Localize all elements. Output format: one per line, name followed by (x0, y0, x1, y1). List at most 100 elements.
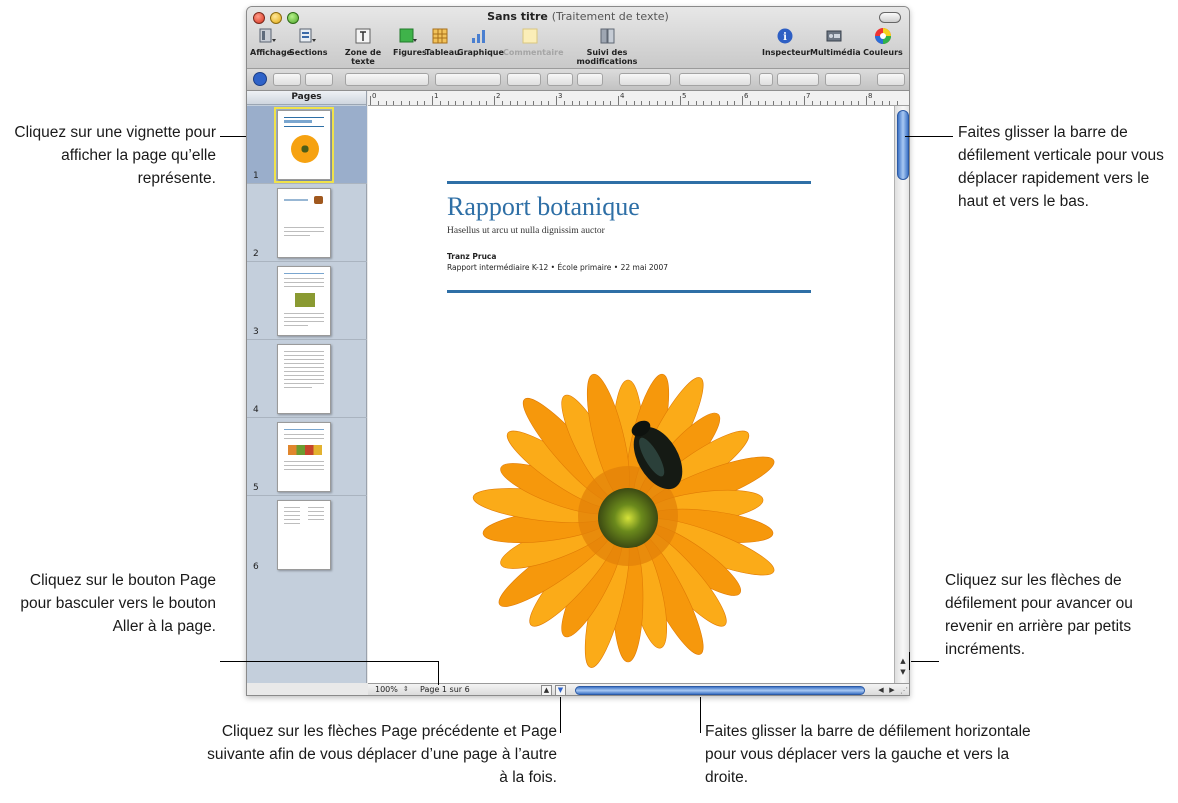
thumbnail-image (277, 344, 331, 414)
ruler-tick (401, 101, 402, 105)
document-title: Rapport botanique (447, 192, 640, 221)
document-subtitle: Hasellus ut arcu ut nulla dignissim auct… (447, 226, 605, 236)
thumbnail-image (274, 107, 334, 183)
ruler-tick (579, 101, 581, 105)
toolbar-sections-button[interactable]: Sections (289, 27, 327, 57)
scroll-down-arrow[interactable]: ▼ (897, 668, 909, 677)
vertical-scrollbar[interactable]: ▲ ▼ (894, 106, 909, 683)
ruler-tick (734, 101, 736, 105)
ruler-tick (641, 101, 643, 105)
line-spacing-menu[interactable] (777, 73, 819, 86)
page-thumbnail[interactable]: 6 (247, 496, 367, 574)
styles-drawer-icon[interactable] (253, 72, 267, 86)
window-title: Sans titre (Traitement de texte) (487, 10, 669, 23)
toolbar-chart-button[interactable]: Graphique (457, 27, 504, 57)
ruler-tick (594, 101, 596, 105)
vertical-scroll-thumb[interactable] (897, 110, 909, 180)
columns-menu[interactable] (825, 73, 861, 86)
ruler-tick (618, 96, 619, 105)
font-family-menu[interactable] (345, 73, 429, 86)
ruler-tick (478, 101, 480, 105)
ruler-tick (827, 101, 829, 105)
toolbar-comment-button[interactable]: Commentaire (503, 27, 564, 57)
colors-icon (875, 28, 891, 44)
font-size-menu[interactable] (507, 73, 541, 86)
toolbar-shapes-button[interactable]: Figures (393, 27, 427, 57)
ruler-tick (532, 101, 534, 105)
textbox-icon (355, 28, 371, 44)
svg-text:i: i (783, 32, 787, 43)
page-button[interactable]: Page 1 sur 6 (420, 685, 470, 694)
ruler-tick (525, 101, 526, 105)
previous-page-button[interactable]: ▲ (541, 685, 552, 695)
highlight-color-well[interactable] (577, 73, 603, 86)
flower-image[interactable] (472, 338, 784, 682)
zoom-stepper-icon[interactable]: ⇕ (403, 685, 409, 693)
scroll-up-arrow[interactable]: ▲ (897, 657, 909, 666)
thumbnail-image (277, 422, 331, 492)
callout-vertical-scroll: Faites glisser la barre de défilement ve… (958, 124, 1164, 210)
horizontal-scroll-thumb[interactable] (575, 686, 865, 695)
font-typeface-menu[interactable] (435, 73, 501, 86)
ruler-tick (548, 101, 550, 105)
ruler-tick (649, 101, 650, 105)
leader-thumbnail (220, 136, 246, 137)
ruler-tick (633, 101, 635, 105)
ruler-tick (742, 96, 743, 105)
chart-icon (472, 30, 485, 43)
toolbar-table-button[interactable]: Tableau (425, 27, 460, 57)
toolbar-inspector-button[interactable]: i Inspecteur (762, 27, 810, 57)
ruler-tick (470, 101, 472, 105)
toolbar-media-button[interactable]: Multimédia (810, 27, 861, 57)
paragraph-style-menu[interactable] (273, 73, 301, 86)
ruler-tick (788, 101, 790, 105)
ruler-tick (393, 101, 395, 105)
toolbar-colors-button[interactable]: Couleurs (861, 27, 905, 57)
ruler-tick (726, 101, 728, 105)
ruler-tick (687, 101, 689, 105)
shapes-icon (399, 28, 417, 43)
line-spacing-icon[interactable] (759, 73, 773, 86)
character-style-menu[interactable] (305, 73, 333, 86)
ruler-tick (509, 101, 511, 105)
scroll-left-arrow[interactable]: ◀ (876, 685, 886, 695)
ruler-tick (780, 101, 782, 105)
callout-thumbnail: Cliquez sur une vignette pour afficher l… (14, 124, 216, 187)
page-thumbnail[interactable]: 1 (247, 106, 367, 184)
next-page-button[interactable]: ▼ (555, 685, 566, 695)
document-page[interactable]: Rapport botanique Hasellus ut arcu ut nu… (368, 106, 894, 683)
ruler-tick (408, 101, 410, 105)
bold-italic-underline-buttons[interactable] (619, 73, 671, 86)
page-thumbnail[interactable]: 5 (247, 418, 367, 496)
ruler-tick (602, 101, 604, 105)
page-thumbnail[interactable]: 2 (247, 184, 367, 262)
text-color-well[interactable] (547, 73, 573, 86)
toolbar-track-changes-button[interactable]: Suivi des modifications (559, 27, 655, 66)
resize-grip-icon[interactable]: ⋰ (900, 686, 908, 695)
toolbar-view-button[interactable]: Affichage (250, 27, 292, 57)
page-thumbnail[interactable]: 4 (247, 340, 367, 418)
ruler-tick (447, 101, 449, 105)
toolbar-toggle-button[interactable] (879, 12, 901, 23)
horizontal-ruler[interactable]: 0 1 2 3 4 5 6 7 8 (368, 91, 909, 106)
scroll-right-arrow[interactable]: ▶ (887, 685, 897, 695)
ruler-tick (664, 101, 666, 105)
ruler-tick (556, 96, 557, 105)
ruler-tick (881, 101, 883, 105)
track-changes-icon (600, 28, 615, 44)
ruler-tick (703, 101, 705, 105)
ruler-tick (757, 101, 759, 105)
callout-page-arrows: Cliquez sur les flèches Page précédente … (207, 723, 557, 786)
ruler-tick (858, 101, 860, 105)
ruler-tick (610, 101, 612, 105)
page-thumbnail[interactable]: 3 (247, 262, 367, 340)
inspector-icon: i (777, 28, 793, 44)
toolbar-textbox-button[interactable]: Zone de texte (335, 27, 391, 66)
media-icon (826, 30, 842, 42)
zoom-menu[interactable]: 100% (375, 685, 398, 694)
alignment-buttons[interactable] (679, 73, 751, 86)
ruler-tick (416, 101, 418, 105)
list-style-menu[interactable] (877, 73, 905, 86)
ruler-tick (835, 101, 836, 105)
leader-page-button-v (438, 661, 439, 685)
